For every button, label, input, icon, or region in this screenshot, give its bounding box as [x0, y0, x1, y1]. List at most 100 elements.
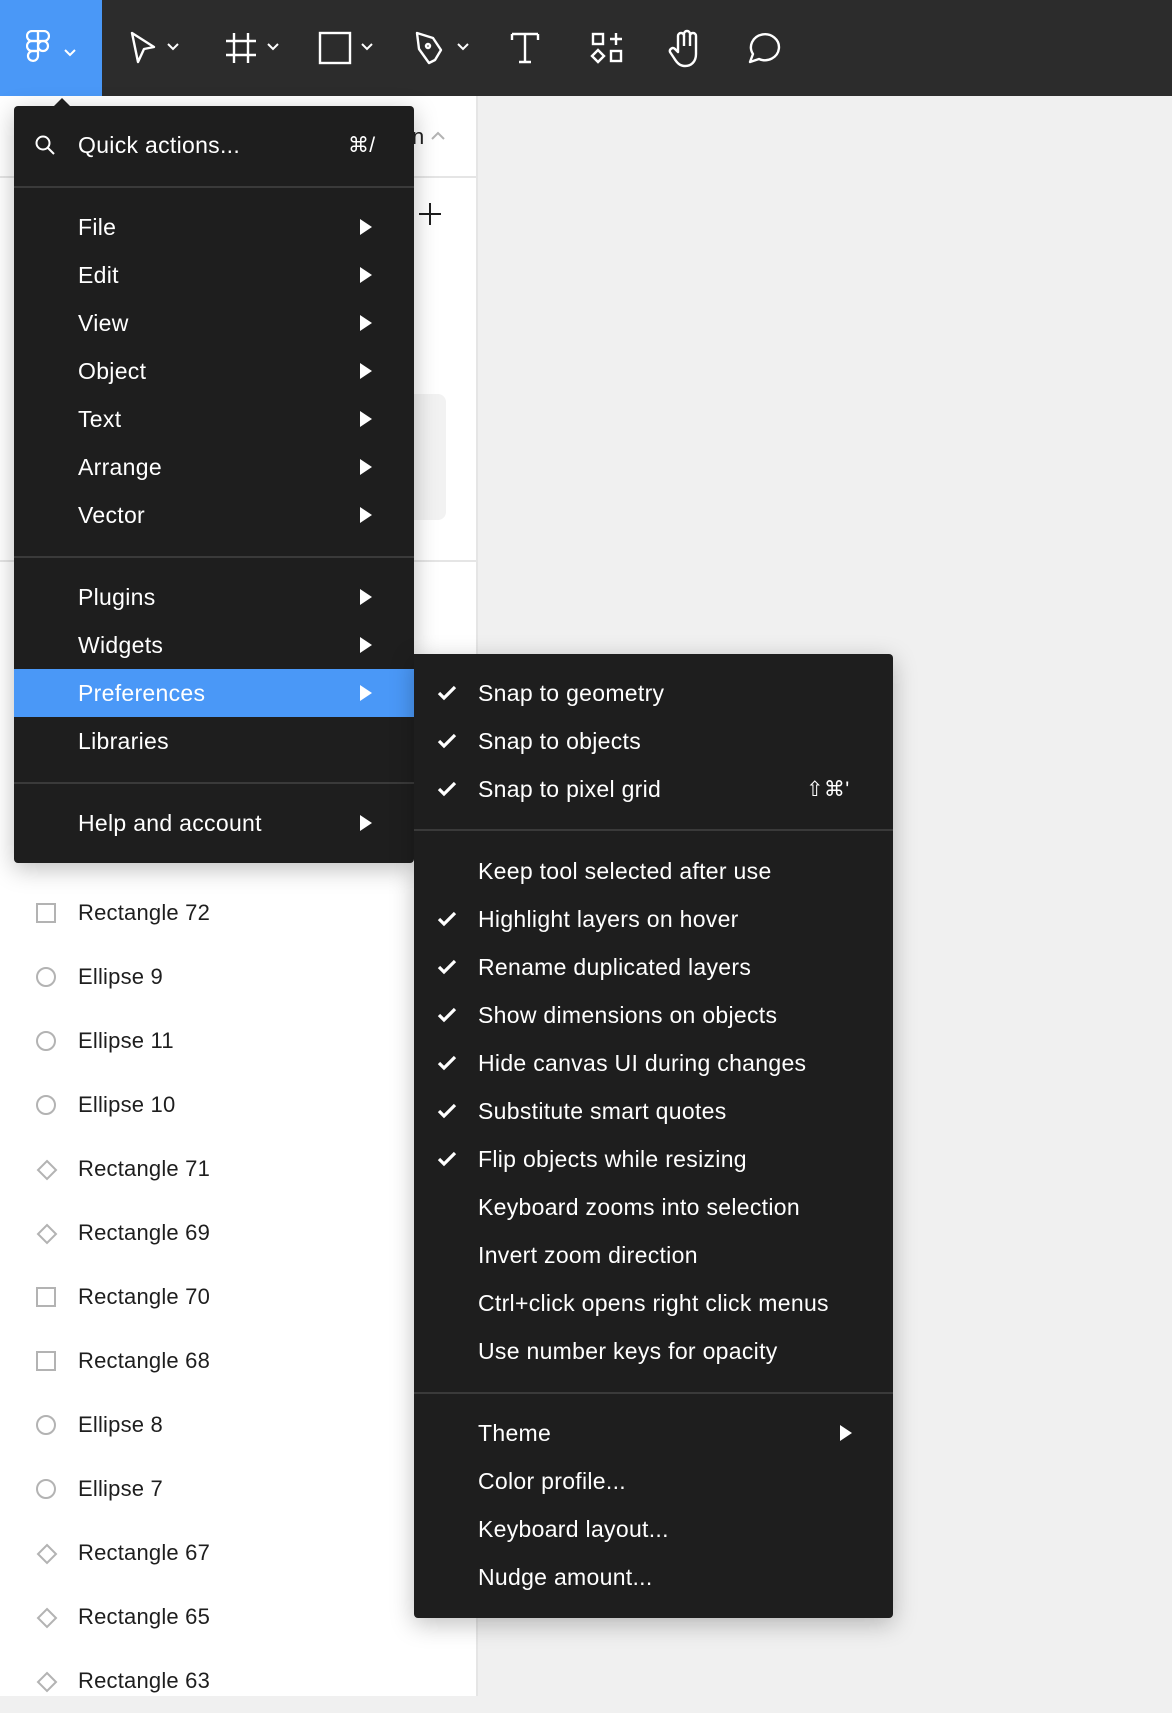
- pref-item-keep-tool-selected-after-use[interactable]: Keep tool selected after use: [414, 847, 893, 895]
- quick-actions-item[interactable]: Quick actions... ⌘/: [14, 121, 414, 169]
- menu-item-label: Preferences: [78, 679, 206, 706]
- menu-item-vector[interactable]: Vector: [14, 491, 414, 539]
- pref-item-highlight-layers-on-hover[interactable]: Highlight layers on hover: [414, 895, 893, 943]
- pref-item-invert-zoom-direction[interactable]: Invert zoom direction: [414, 1231, 893, 1279]
- submenu-arrow-icon: [360, 589, 372, 605]
- menu-item-label: Flip objects while resizing: [478, 1145, 747, 1172]
- layer-row[interactable]: Rectangle 72: [0, 881, 478, 945]
- menu-item-help-and-account[interactable]: Help and account: [14, 799, 414, 847]
- menu-item-arrange[interactable]: Arrange: [14, 443, 414, 491]
- pref-item-hide-canvas-ui-during-changes[interactable]: Hide canvas UI during changes: [414, 1039, 893, 1087]
- menu-item-label: Vector: [78, 501, 146, 528]
- layer-row[interactable]: Ellipse 11: [0, 1009, 478, 1073]
- pref-item-show-dimensions-on-objects[interactable]: Show dimensions on objects: [414, 991, 893, 1039]
- menu-item-preferences[interactable]: Preferences: [14, 669, 414, 717]
- menu-item-widgets[interactable]: Widgets: [14, 621, 414, 669]
- checkmark-icon: [436, 1004, 458, 1026]
- layer-row[interactable]: Rectangle 67: [0, 1521, 478, 1585]
- menu-separator: [14, 782, 414, 784]
- menu-item-object[interactable]: Object: [14, 347, 414, 395]
- plus-icon[interactable]: [418, 202, 442, 226]
- menu-item-label: Snap to geometry: [478, 679, 665, 706]
- submenu-arrow-icon: [360, 267, 372, 283]
- text-tool-button[interactable]: [510, 0, 540, 96]
- ellipse-icon: [36, 967, 56, 987]
- menu-item-label: Color profile...: [478, 1467, 626, 1494]
- menu-item-edit[interactable]: Edit: [14, 251, 414, 299]
- pref-item-snap-to-geometry[interactable]: Snap to geometry: [414, 669, 893, 717]
- chevron-down-icon[interactable]: [166, 39, 180, 57]
- pen-tool-button[interactable]: [414, 0, 470, 96]
- rectangle-icon: [36, 1287, 56, 1307]
- chevron-down-icon[interactable]: [360, 39, 374, 57]
- menu-item-text[interactable]: Text: [14, 395, 414, 443]
- checkmark-icon: [436, 908, 458, 930]
- move-tool-button[interactable]: [128, 0, 180, 96]
- diamond-icon: [36, 1607, 58, 1629]
- checkmark-icon: [436, 1052, 458, 1074]
- ellipse-icon: [36, 1031, 56, 1051]
- layer-row[interactable]: Ellipse 10: [0, 1073, 478, 1137]
- menu-item-label: Ctrl+click opens right click menus: [478, 1289, 829, 1316]
- menu-item-label: Keyboard zooms into selection: [478, 1193, 800, 1220]
- layer-row[interactable]: Rectangle 63: [0, 1649, 478, 1713]
- menu-item-label: View: [78, 309, 129, 336]
- pref-item-snap-to-pixel-grid[interactable]: Snap to pixel grid ⇧⌘': [414, 765, 893, 813]
- cursor-arrow-icon: [130, 31, 156, 64]
- main-menu-button[interactable]: [0, 0, 102, 96]
- hand-tool-button[interactable]: [666, 0, 704, 96]
- layer-row[interactable]: Ellipse 8: [0, 1393, 478, 1457]
- resources-icon: [590, 32, 623, 64]
- pref-item-flip-objects-while-resizing[interactable]: Flip objects while resizing: [414, 1135, 893, 1183]
- layer-name: Rectangle 68: [78, 1348, 211, 1373]
- checkmark-icon: [436, 956, 458, 978]
- layer-name: Ellipse 8: [78, 1412, 163, 1437]
- chevron-down-icon[interactable]: [266, 39, 280, 57]
- layer-name: Ellipse 10: [78, 1092, 176, 1117]
- resources-tool-button[interactable]: [590, 0, 624, 96]
- layer-row[interactable]: Ellipse 9: [0, 945, 478, 1009]
- menu-separator: [14, 556, 414, 558]
- layer-row[interactable]: Rectangle 70: [0, 1265, 478, 1329]
- submenu-arrow-icon: [840, 1425, 852, 1441]
- pref-item-ctrl-click-opens-right-click-menus[interactable]: Ctrl+click opens right click menus: [414, 1279, 893, 1327]
- menu-item-label: Help and account: [78, 809, 262, 836]
- layer-row[interactable]: Rectangle 65: [0, 1585, 478, 1649]
- shape-tool-button[interactable]: [318, 0, 374, 96]
- layer-row[interactable]: Rectangle 69: [0, 1201, 478, 1265]
- rectangle-icon: [36, 903, 56, 923]
- frame-tool-button[interactable]: [224, 0, 280, 96]
- menu-item-label: File: [78, 213, 117, 240]
- layer-name: Rectangle 63: [78, 1668, 211, 1693]
- menu-item-libraries[interactable]: Libraries: [14, 717, 414, 765]
- menu-item-plugins[interactable]: Plugins: [14, 573, 414, 621]
- pref-item-rename-duplicated-layers[interactable]: Rename duplicated layers: [414, 943, 893, 991]
- pref-item-use-number-keys-for-opacity[interactable]: Use number keys for opacity: [414, 1327, 893, 1375]
- pref-item-substitute-smart-quotes[interactable]: Substitute smart quotes: [414, 1087, 893, 1135]
- layer-name: Rectangle 65: [78, 1604, 211, 1629]
- search-icon: [35, 135, 55, 155]
- chevron-down-icon[interactable]: [456, 39, 470, 57]
- pref-item-snap-to-objects[interactable]: Snap to objects: [414, 717, 893, 765]
- layer-row[interactable]: Rectangle 71: [0, 1137, 478, 1201]
- menu-item-file[interactable]: File: [14, 203, 414, 251]
- ellipse-icon: [36, 1479, 56, 1499]
- menu-item-view[interactable]: View: [14, 299, 414, 347]
- pref-item-color-profile[interactable]: Color profile...: [414, 1457, 893, 1505]
- menu-item-label: Snap to objects: [478, 727, 642, 754]
- layer-row[interactable]: Ellipse 7: [0, 1457, 478, 1521]
- comment-tool-button[interactable]: [746, 0, 784, 96]
- pref-item-nudge-amount[interactable]: Nudge amount...: [414, 1553, 893, 1601]
- layer-name: Rectangle 70: [78, 1284, 211, 1309]
- pref-item-keyboard-zooms-into-selection[interactable]: Keyboard zooms into selection: [414, 1183, 893, 1231]
- submenu-arrow-icon: [360, 459, 372, 475]
- pref-item-keyboard-layout[interactable]: Keyboard layout...: [414, 1505, 893, 1553]
- pref-item-theme[interactable]: Theme: [414, 1409, 893, 1457]
- submenu-arrow-icon: [360, 363, 372, 379]
- menu-item-label: Use number keys for opacity: [478, 1337, 778, 1364]
- frame-icon: [226, 33, 256, 63]
- chevron-up-icon[interactable]: [430, 130, 446, 142]
- menu-item-label: Widgets: [78, 631, 164, 658]
- layer-row[interactable]: Rectangle 68: [0, 1329, 478, 1393]
- diamond-icon: [36, 1671, 58, 1693]
